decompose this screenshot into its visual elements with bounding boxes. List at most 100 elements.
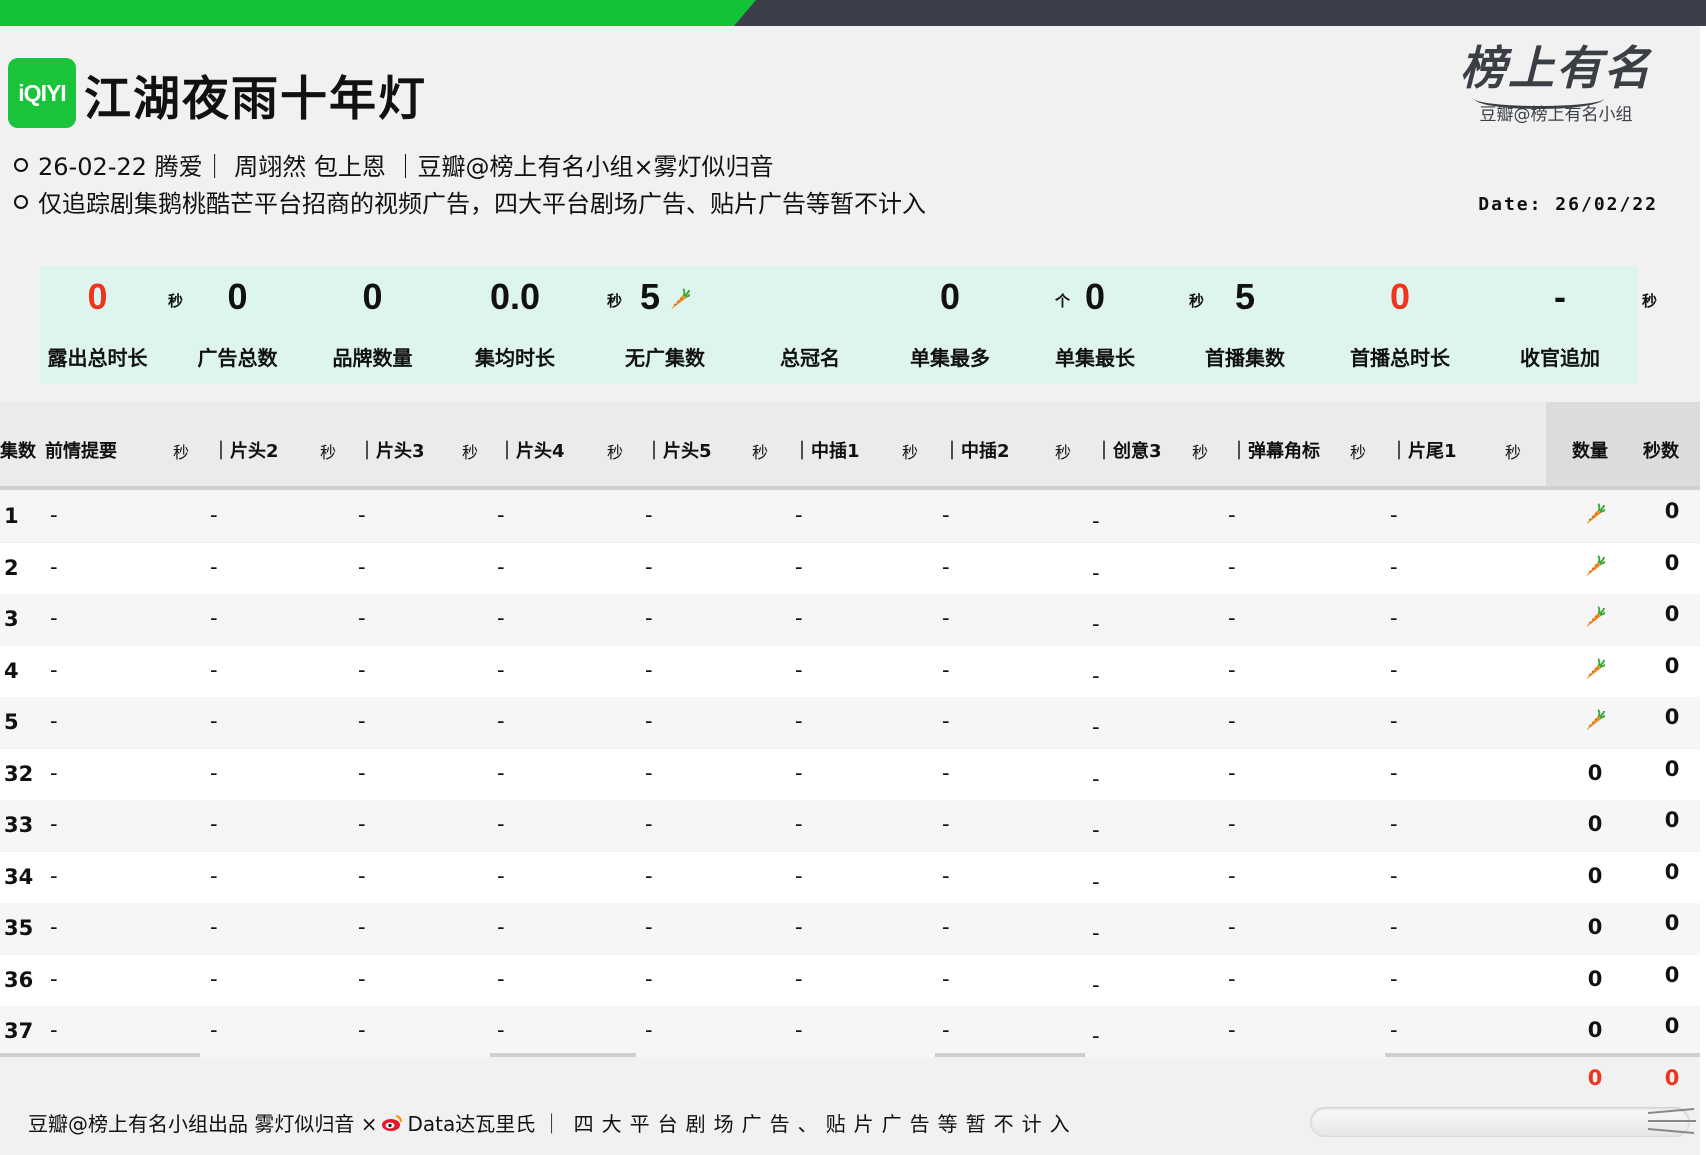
stat-10: - 收官追加 bbox=[1485, 266, 1635, 384]
count-value: 0 bbox=[1587, 1018, 1603, 1042]
scroll-handle[interactable] bbox=[1310, 1107, 1690, 1137]
footer-note: 四大平台剧场广告、贴片广告等暂不计入 bbox=[573, 1112, 1078, 1136]
right-edge-strip bbox=[1700, 26, 1706, 1155]
cell-value: - bbox=[497, 966, 505, 991]
column-unit: 秒 bbox=[902, 443, 919, 462]
cell-value: - bbox=[210, 657, 218, 682]
header-episode: 集数 bbox=[0, 441, 36, 462]
weibo-icon bbox=[382, 1114, 403, 1131]
cell-value: - bbox=[645, 812, 653, 836]
column-unit: 秒 bbox=[752, 443, 769, 462]
cell-value: - bbox=[358, 554, 366, 579]
cell-value: - bbox=[942, 657, 950, 682]
cell-value: - bbox=[1228, 760, 1236, 785]
cell-value: - bbox=[210, 554, 218, 579]
cell-value: - bbox=[1228, 503, 1236, 527]
episode-number: 32 bbox=[4, 761, 34, 786]
episode-number: 36 bbox=[4, 967, 34, 992]
divider-segment bbox=[0, 1053, 200, 1057]
column-header: ｜创意3 bbox=[1095, 441, 1162, 462]
top-progress-bar bbox=[0, 0, 1706, 26]
cell-value: - bbox=[497, 606, 505, 630]
top-progress-fill bbox=[0, 0, 756, 26]
cell-value: - bbox=[358, 812, 366, 836]
cell-value: - bbox=[1228, 915, 1236, 939]
cell-value: - bbox=[1228, 606, 1236, 630]
iqiyi-logo: iQIYI bbox=[8, 58, 76, 128]
cell-value: - bbox=[942, 554, 950, 579]
cell-value: - bbox=[1092, 921, 1100, 945]
column-header: ｜片尾1 bbox=[1390, 441, 1457, 462]
column-unit: 秒 bbox=[173, 443, 190, 462]
cell-value: - bbox=[497, 1018, 505, 1042]
count-value: 0 bbox=[1587, 760, 1603, 785]
stat-label: 露出总时长 bbox=[47, 346, 148, 370]
cell-value: - bbox=[1390, 606, 1398, 630]
header-count: 数量 bbox=[1572, 441, 1608, 462]
cell-value: - bbox=[645, 915, 653, 939]
date-label: Date: 26/02/22 bbox=[1478, 194, 1658, 215]
table-row: 2 - - - - - - - - - - 0 bbox=[0, 542, 1700, 594]
cell-value: - bbox=[1092, 1024, 1100, 1048]
count-value: 0 bbox=[1587, 915, 1603, 939]
cell-value: - bbox=[645, 657, 653, 682]
cell-value: - bbox=[50, 709, 58, 733]
cell-value: - bbox=[210, 606, 218, 630]
carrot-icon bbox=[1586, 657, 1605, 679]
count-value bbox=[1575, 707, 1615, 731]
cell-value: - bbox=[1390, 1018, 1398, 1042]
episode-number: 5 bbox=[4, 710, 19, 734]
stat-7: 0 单集最长 bbox=[1025, 266, 1165, 384]
cell-value: - bbox=[795, 503, 803, 527]
column-header: ｜中插1 bbox=[793, 441, 860, 462]
cell-value: - bbox=[942, 863, 950, 888]
stat-label: 总冠名 bbox=[780, 346, 840, 370]
stat-label: 集均时长 bbox=[475, 346, 555, 370]
cell-value: - bbox=[50, 812, 58, 836]
cell-value: - bbox=[1390, 915, 1398, 939]
episode-number: 2 bbox=[4, 555, 19, 580]
table-row: 3 - - - - - - - - - - 0 bbox=[0, 594, 1700, 645]
cell-value: - bbox=[1228, 554, 1236, 579]
carrot-icon bbox=[1586, 503, 1605, 524]
stat-label: 无广集数 bbox=[625, 346, 705, 370]
seconds-value: 0 bbox=[1664, 602, 1680, 626]
cell-value: - bbox=[795, 554, 803, 579]
cell-value: - bbox=[497, 657, 505, 682]
cell-value: - bbox=[358, 606, 366, 630]
stat-9: 0 首播总时长 bbox=[1330, 266, 1470, 384]
cell-value: - bbox=[942, 966, 950, 991]
cell-value: - bbox=[795, 812, 803, 836]
count-value: 0 bbox=[1587, 863, 1603, 888]
stat-6: 0 单集最多 bbox=[880, 266, 1020, 384]
cell-value: - bbox=[210, 915, 218, 939]
cell-value: - bbox=[1390, 554, 1398, 579]
cell-value: - bbox=[942, 915, 950, 939]
total-seconds: 0 bbox=[1664, 1066, 1680, 1090]
cell-value: - bbox=[358, 503, 366, 527]
cell-value: - bbox=[1228, 657, 1236, 682]
table-row: 36- - - - - - - - - -0 0 bbox=[0, 954, 1700, 1006]
cell-value: - bbox=[210, 1018, 218, 1042]
column-unit: 秒 bbox=[1055, 443, 1072, 462]
column-header: ｜片头4 bbox=[498, 441, 565, 462]
stat-value: 0.0 bbox=[489, 276, 541, 317]
cell-value: - bbox=[1390, 863, 1398, 888]
cell-value: - bbox=[645, 606, 653, 630]
footer-credit: 豆瓣@榜上有名小组出品 雾灯似归音 × bbox=[28, 1112, 378, 1136]
column-unit: 秒 bbox=[320, 443, 337, 462]
cell-value: - bbox=[1092, 869, 1100, 894]
menu-lines-icon[interactable] bbox=[1648, 1101, 1698, 1141]
episode-number: 33 bbox=[4, 813, 34, 837]
stat-value: 0 bbox=[1084, 276, 1106, 317]
cell-value: - bbox=[1390, 812, 1398, 836]
stat-value: 0 bbox=[227, 276, 248, 317]
stat-value: 0 bbox=[362, 276, 383, 317]
table-row: 33- - - - - - - - - -0 0 bbox=[0, 800, 1700, 851]
cell-value: - bbox=[795, 606, 803, 630]
cell-value: - bbox=[795, 863, 803, 888]
cell-value: - bbox=[942, 760, 950, 785]
footer: 豆瓣@榜上有名小组出品 雾灯似归音 × Data达瓦里氏 ｜ 四大平台剧场广告、… bbox=[28, 1108, 1078, 1137]
cell-value: - bbox=[1092, 818, 1100, 842]
cell-value: - bbox=[1228, 1018, 1236, 1042]
